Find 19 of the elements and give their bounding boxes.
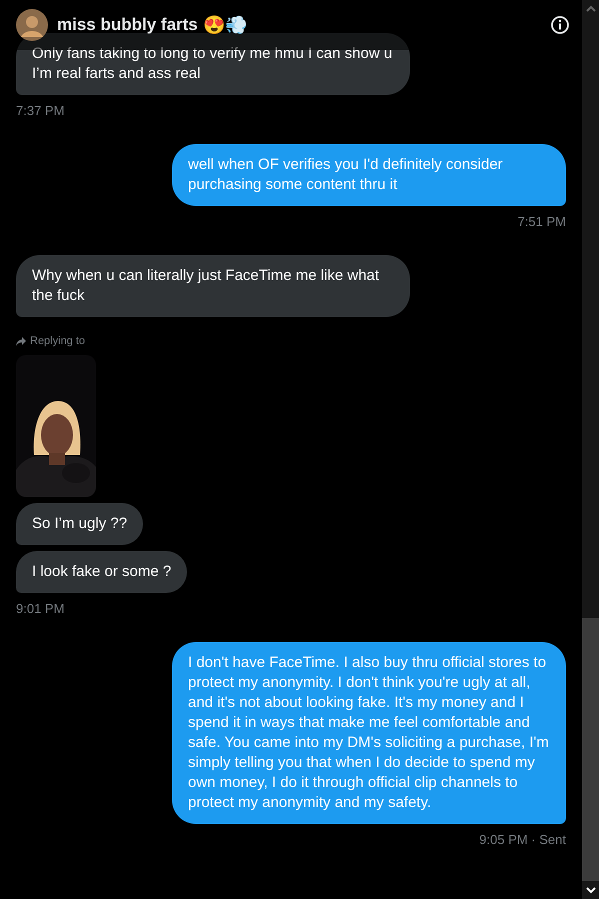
timestamp: 9:05 PM · Sent	[479, 832, 566, 847]
contact-name[interactable]: miss bubbly farts	[57, 15, 198, 35]
scroll-up-icon[interactable]	[586, 4, 596, 14]
replying-to-label: Replying to	[30, 335, 86, 347]
timestamp: 7:37 PM	[16, 103, 64, 118]
timestamp: 7:51 PM	[518, 214, 566, 229]
info-icon[interactable]	[550, 15, 570, 35]
message-bubble: So I’m ugly ??	[16, 503, 144, 545]
message-bubble: I look fake or some ?	[16, 551, 188, 593]
timestamp: 9:01 PM	[16, 601, 64, 616]
reply-arrow-icon	[16, 336, 26, 346]
scrollbar-thumb[interactable]	[582, 618, 599, 881]
message-bubble: well when OF verifies you I'd definitely consider purchasing some content thru it	[172, 144, 566, 206]
message-bubble: Why when u can literally just FaceTime me like what the fuck	[16, 255, 410, 317]
message-bubble: Only fans taking to long to verify me hmu I can show u I’m real farts and ass real	[16, 33, 410, 95]
scroll-down-icon[interactable]	[586, 885, 596, 895]
name-emoji: 😍💨	[202, 14, 247, 36]
message-bubble: I don't have FaceTime. I also buy thru official stores to protect my anonymity. I don't think you're ugly at all, and it's not about looking fake. It's my money and I spend it in ways that make me feel comfortable and safe. You came into my DM's soliciting a purchase, I'm simply telling you that when I do decide to spend my own money, I do it through official clip channels to protect my anonymity and my safety.	[172, 642, 566, 824]
avatar[interactable]	[16, 9, 48, 41]
